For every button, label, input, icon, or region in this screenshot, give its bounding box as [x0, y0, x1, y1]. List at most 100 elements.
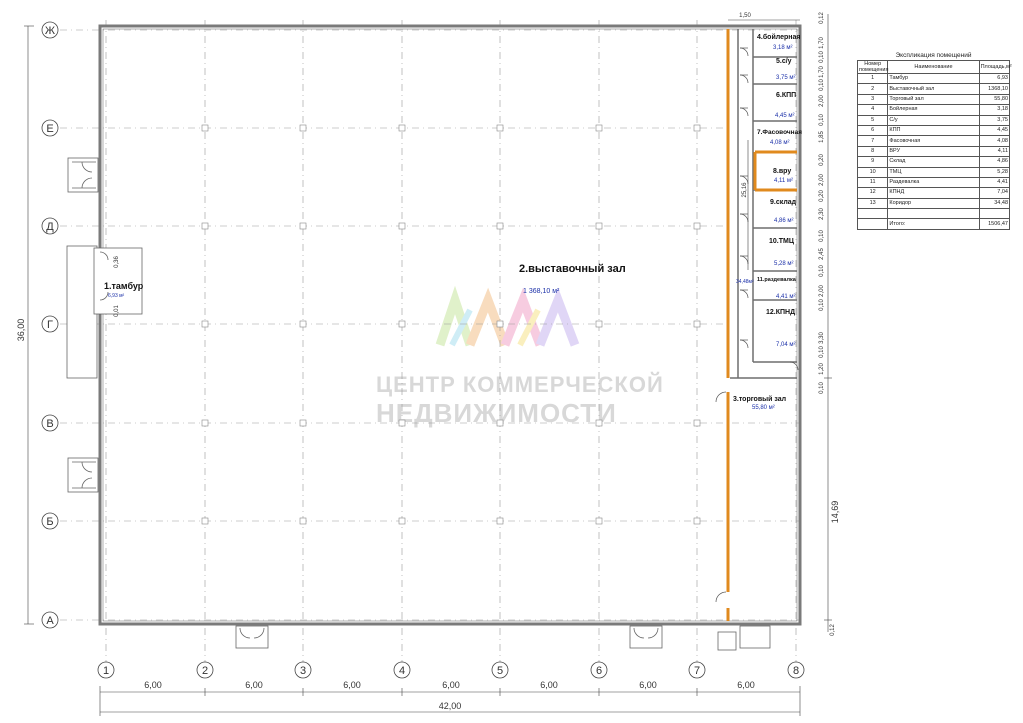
- bay-dimension: 6,00: [540, 680, 558, 690]
- table-row: 3 Торговый зал 55,80: [856, 93, 1011, 106]
- row-number: 12: [856, 187, 889, 199]
- header-area: Площадь,м²: [978, 60, 1012, 74]
- table-row: [856, 208, 1011, 220]
- row-name: Тамбур: [887, 72, 980, 85]
- svg-text:А: А: [46, 615, 54, 627]
- svg-text:Б: Б: [46, 516, 53, 528]
- room-11-name: 11.раздевалка: [757, 277, 797, 283]
- svg-text:Е: Е: [46, 123, 53, 135]
- offset-dimension: 0,20: [819, 154, 825, 166]
- row-name: Выставочный зал: [887, 83, 980, 95]
- offset-dimension: 0,10: [819, 265, 825, 277]
- axis-bubble-column: 5: [491, 661, 509, 679]
- offset-dimension: 0,10: [819, 114, 825, 126]
- svg-text:6: 6: [596, 665, 602, 677]
- room-schedule-title: Экспликация помещений: [895, 52, 972, 59]
- row-number: 13: [856, 197, 889, 210]
- row-area: 6,93: [978, 72, 1011, 85]
- bay-dimension: 6,00: [639, 680, 657, 690]
- room-2-area: 1 368,10 м²: [523, 288, 560, 295]
- row-name: Фасовочная: [887, 135, 980, 147]
- room-9-area: 4,86 м²: [774, 218, 793, 224]
- svg-text:3: 3: [300, 665, 306, 677]
- offset-dimension: 1,70: [819, 66, 825, 78]
- bay-dimension: 6,00: [737, 680, 755, 690]
- axis-bubble-column: 4: [393, 661, 411, 679]
- offset-dimension: 1,20: [819, 363, 825, 375]
- row-area: 4,86: [978, 156, 1011, 168]
- room-7-name: 7.Фасовочная: [757, 129, 802, 136]
- offset-dimension: 2,00: [819, 95, 825, 107]
- row-name: Раздевалка: [887, 176, 980, 189]
- total-width-dimension: 42,00: [439, 701, 462, 711]
- table-row: Итого: 1506,47: [856, 218, 1011, 230]
- row-name: Склад: [887, 156, 980, 168]
- svg-text:Д: Д: [46, 221, 54, 233]
- axis-bubble-row: Г: [41, 315, 59, 333]
- offset-dimension: 2,45: [819, 248, 825, 260]
- offset-dimension: 0,20: [819, 190, 825, 202]
- header-name: Наименование: [887, 60, 980, 74]
- row-number: 8: [856, 145, 889, 158]
- svg-text:8: 8: [793, 665, 799, 677]
- axis-bubble-row: Е: [41, 119, 59, 137]
- row-area: 4,41: [978, 176, 1011, 189]
- row-number: 6: [856, 124, 889, 137]
- table-row: 8 ВРУ 4,11: [856, 145, 1011, 158]
- room-10-name: 10.ТМЦ: [769, 238, 795, 245]
- row-name: ТМЦ: [887, 166, 980, 178]
- offset-dimension: 0,10: [819, 346, 825, 358]
- table-row: 13 Коридор 34,48: [856, 197, 1011, 210]
- offset-dimension: 1,85: [819, 131, 825, 143]
- axis-bubble-column: 1: [97, 661, 115, 679]
- row-area: 5,28: [978, 166, 1011, 178]
- svg-text:5: 5: [497, 665, 503, 677]
- corridor-height-dimension: 25,16: [742, 182, 748, 198]
- offset-dimension: 2,00: [819, 285, 825, 297]
- table-row: 2 Выставочный зал 1368,10: [856, 83, 1011, 95]
- room-schedule: Экспликация помещений Номер помещения На…: [856, 52, 1012, 230]
- room-5-area: 3,75 м²: [776, 75, 795, 81]
- bay-dimension: 6,00: [343, 680, 361, 690]
- row-area: 1368,10: [978, 83, 1011, 95]
- row-area: 1506,47: [978, 218, 1011, 230]
- offset-dimension: 1,70: [819, 37, 825, 49]
- column-axis-bubbles: 1 2 3 4 5 6 7 8: [97, 661, 805, 679]
- row-number: [856, 208, 889, 220]
- room-7-area: 4,08 м²: [770, 140, 789, 146]
- row-name: Торговый зал: [887, 93, 980, 106]
- row-number: 1: [856, 72, 889, 85]
- axis-bubble-row: Ж: [41, 21, 59, 39]
- row-number: 11: [856, 176, 889, 189]
- row-number: 9: [856, 156, 889, 168]
- offset-dimension: 0,10: [819, 230, 825, 242]
- right-lower-dimension: 14,69: [830, 501, 840, 524]
- room-labels: 1.тамбур 6,93 м² 2.выставочный зал 1 368…: [104, 33, 802, 411]
- room-6-area: 4,45 м²: [775, 113, 794, 119]
- svg-text:1: 1: [103, 665, 109, 677]
- offset-dimension: 2,00: [819, 174, 825, 186]
- room-12-area: 7,04 м²: [776, 342, 795, 348]
- watermark-line1: ЦЕНТР КОММЕРЧЕСКОЙ: [376, 372, 664, 397]
- room-4-name: 4.бойлерная: [757, 33, 800, 41]
- svg-text:Ж: Ж: [45, 25, 55, 37]
- table-row: 6 КПП 4,45: [856, 124, 1011, 137]
- row-number: 7: [856, 135, 889, 147]
- corridor-area: 34,48м²: [736, 279, 754, 285]
- row-number: 5: [856, 114, 889, 126]
- row-number: 3: [856, 93, 889, 106]
- room-10-area: 5,28 м²: [774, 261, 793, 267]
- room-8-area: 4,11 м²: [774, 178, 793, 184]
- row-name: КПП: [887, 124, 980, 137]
- row-name: ВРУ: [887, 145, 980, 158]
- room-1-area: 6,93 м²: [108, 293, 125, 299]
- axis-bubble-column: 7: [688, 661, 706, 679]
- room-6-name: 6.КПП: [776, 92, 796, 99]
- offset-dimension: 2,30: [819, 208, 825, 220]
- row-number: 10: [856, 166, 889, 178]
- axis-bubble-row: Б: [41, 512, 59, 530]
- row-number: 2: [856, 83, 889, 95]
- watermark: ЦЕНТР КОММЕРЧЕСКОЙ НЕДВИЖИМОСТИ: [376, 285, 664, 428]
- corridor-width-dimension: 1,50: [739, 13, 751, 19]
- table-row: 4 Бойлерная 3,18: [856, 104, 1011, 116]
